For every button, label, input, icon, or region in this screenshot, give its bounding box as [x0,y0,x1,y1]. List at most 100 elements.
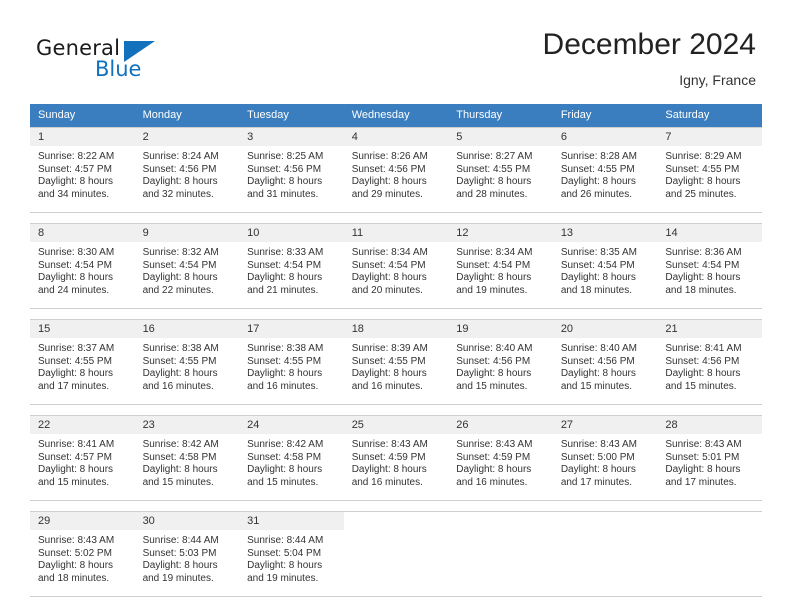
day-sun-info [657,530,762,535]
sunset-text: Sunset: 4:55 PM [560,163,635,175]
sunrise-text: Sunrise: 8:32 AM [142,247,219,258]
calendar-day-cell[interactable]: 17 Sunrise: 8:38 AM Sunset: 4:55 PM Dayligh… [239,319,344,405]
sunrise-text: Sunrise: 8:43 AM [456,439,533,450]
calendar-day-cell[interactable]: 28 Sunrise: 8:43 AM Sunset: 5:01 PM Dayligh… [657,415,762,501]
day-sun-info: Sunrise: 8:37 AM Sunset: 4:55 PM Daylight:… [30,338,135,393]
day-cell-inner: 21 Sunrise: 8:41 AM Sunset: 4:56 PM Dayligh… [657,319,762,405]
day-cell-inner: 5 Sunrise: 8:27 AM Sunset: 4:55 PM Daylight… [448,127,553,213]
calendar-week-row: 22 Sunrise: 8:41 AM Sunset: 4:57 PM Dayligh… [30,415,762,501]
generalblue-logo[interactable]: General Blue [36,36,216,92]
sunset-text: Sunset: 4:56 PM [247,163,322,175]
calendar-day-cell[interactable]: 27 Sunrise: 8:43 AM Sunset: 5:00 PM Dayligh… [552,415,658,501]
calendar-day-cell[interactable]: 31 Sunrise: 8:44 AM Sunset: 5:04 PM Dayligh… [239,511,344,597]
calendar-day-cell[interactable]: 30 Sunrise: 8:44 AM Sunset: 5:03 PM Dayligh… [134,511,240,597]
calendar-day-cell[interactable]: 8 Sunrise: 8:30 AM Sunset: 4:54 PM Daylight… [30,223,135,309]
calendar-day-cell[interactable]: 4 Sunrise: 8:26 AM Sunset: 4:56 PM Daylight… [343,127,449,213]
sunrise-text: Sunrise: 8:24 AM [142,151,219,162]
calendar-day-cell[interactable]: 16 Sunrise: 8:38 AM Sunset: 4:55 PM Dayligh… [134,319,240,405]
calendar-day-cell[interactable]: 29 Sunrise: 8:43 AM Sunset: 5:02 PM Dayligh… [30,511,135,597]
daylight-text-line1: Daylight: 8 hours [665,368,741,380]
calendar-day-cell[interactable]: 26 Sunrise: 8:43 AM Sunset: 4:59 PM Dayligh… [448,415,553,501]
day-number: 30 [134,512,240,530]
calendar-week-row: 29 Sunrise: 8:43 AM Sunset: 5:02 PM Dayligh… [30,511,762,597]
daylight-text-line2: and 20 minutes. [351,284,423,296]
calendar-day-cell[interactable]: 25 Sunrise: 8:43 AM Sunset: 4:59 PM Dayligh… [343,415,449,501]
calendar-day-cell[interactable]: 6 Sunrise: 8:28 AM Sunset: 4:55 PM Daylight… [552,127,658,213]
calendar-day-cell[interactable]: 10 Sunrise: 8:33 AM Sunset: 4:54 PM Dayligh… [239,223,344,309]
weekday-header-monday: Monday [134,104,240,127]
sunrise-text: Sunrise: 8:44 AM [142,535,219,546]
day-number: 11 [343,224,449,242]
calendar-day-cell[interactable]: 18 Sunrise: 8:39 AM Sunset: 4:55 PM Dayligh… [343,319,449,405]
day-cell-inner [657,511,762,597]
daylight-text-line2: and 29 minutes. [351,188,423,200]
logo-text-blue: Blue [95,57,142,81]
day-number: 28 [657,416,762,434]
day-sun-info: Sunrise: 8:22 AM Sunset: 4:57 PM Daylight:… [30,146,135,201]
day-cell-inner: 10 Sunrise: 8:33 AM Sunset: 4:54 PM Dayligh… [239,223,344,309]
daylight-text-line2: and 16 minutes. [247,380,319,392]
sunrise-text: Sunrise: 8:39 AM [351,343,428,354]
day-cell-inner: 22 Sunrise: 8:41 AM Sunset: 4:57 PM Dayligh… [30,415,135,501]
calendar-day-cell[interactable]: 15 Sunrise: 8:37 AM Sunset: 4:55 PM Dayligh… [30,319,135,405]
day-number: 29 [30,512,135,530]
day-cell-inner: 6 Sunrise: 8:28 AM Sunset: 4:55 PM Daylight… [552,127,658,213]
day-sun-info: Sunrise: 8:29 AM Sunset: 4:55 PM Daylight:… [657,146,762,201]
calendar-day-cell[interactable]: 11 Sunrise: 8:34 AM Sunset: 4:54 PM Dayligh… [343,223,449,309]
calendar-day-cell[interactable]: 20 Sunrise: 8:40 AM Sunset: 4:56 PM Dayligh… [552,319,658,405]
calendar-day-cell[interactable]: 23 Sunrise: 8:42 AM Sunset: 4:58 PM Dayligh… [134,415,240,501]
day-sun-info: Sunrise: 8:25 AM Sunset: 4:56 PM Daylight:… [239,146,344,201]
day-number: 27 [552,416,658,434]
daylight-text-line1: Daylight: 8 hours [247,176,323,188]
sunset-text: Sunset: 4:58 PM [142,451,217,463]
calendar-day-cell[interactable]: 14 Sunrise: 8:36 AM Sunset: 4:54 PM Dayligh… [657,223,762,309]
calendar-day-cell[interactable]: 1 Sunrise: 8:22 AM Sunset: 4:57 PM Daylight… [30,127,135,213]
calendar-day-cell[interactable]: 7 Sunrise: 8:29 AM Sunset: 4:55 PM Daylight… [657,127,762,213]
daylight-text-line1: Daylight: 8 hours [456,464,532,476]
sunset-text: Sunset: 4:56 PM [351,163,426,175]
day-cell-inner: 12 Sunrise: 8:34 AM Sunset: 4:54 PM Dayligh… [448,223,553,309]
sunset-text: Sunset: 4:54 PM [351,259,426,271]
calendar-day-cell[interactable]: 2 Sunrise: 8:24 AM Sunset: 4:56 PM Daylight… [134,127,240,213]
sunset-text: Sunset: 4:55 PM [142,355,217,367]
day-sun-info: Sunrise: 8:44 AM Sunset: 5:04 PM Daylight:… [239,530,344,585]
calendar-day-cell[interactable]: 24 Sunrise: 8:42 AM Sunset: 4:58 PM Dayligh… [239,415,344,501]
calendar-week-row: 8 Sunrise: 8:30 AM Sunset: 4:54 PM Daylight… [30,223,762,309]
sunset-text: Sunset: 4:59 PM [351,451,426,463]
sunrise-text: Sunrise: 8:25 AM [247,151,324,162]
calendar-day-cell[interactable]: 9 Sunrise: 8:32 AM Sunset: 4:54 PM Daylight… [134,223,240,309]
daylight-text-line2: and 32 minutes. [142,188,214,200]
day-number: 24 [239,416,344,434]
daylight-text-line2: and 17 minutes. [38,380,110,392]
day-cell-inner: 30 Sunrise: 8:44 AM Sunset: 5:03 PM Dayligh… [134,511,240,597]
day-cell-inner: 8 Sunrise: 8:30 AM Sunset: 4:54 PM Daylight… [30,223,135,309]
daylight-text-line1: Daylight: 8 hours [142,272,218,284]
day-number: 25 [343,416,449,434]
sunset-text: Sunset: 4:55 PM [247,355,322,367]
calendar-day-cell[interactable]: 13 Sunrise: 8:35 AM Sunset: 4:54 PM Dayligh… [552,223,658,309]
daylight-text-line2: and 19 minutes. [247,572,319,584]
calendar-day-cell[interactable]: 21 Sunrise: 8:41 AM Sunset: 4:56 PM Dayligh… [657,319,762,405]
day-number: 26 [448,416,553,434]
day-cell-inner: 23 Sunrise: 8:42 AM Sunset: 4:58 PM Dayligh… [134,415,240,501]
day-sun-info [344,530,449,535]
day-sun-info: Sunrise: 8:38 AM Sunset: 4:55 PM Daylight:… [239,338,344,393]
daylight-text-line1: Daylight: 8 hours [665,272,741,284]
daylight-text-line2: and 34 minutes. [38,188,110,200]
calendar-day-cell[interactable]: 22 Sunrise: 8:41 AM Sunset: 4:57 PM Dayligh… [30,415,135,501]
sunrise-text: Sunrise: 8:26 AM [351,151,428,162]
day-number: 5 [448,128,553,146]
calendar-day-cell[interactable]: 19 Sunrise: 8:40 AM Sunset: 4:56 PM Dayligh… [448,319,553,405]
calendar-cell-empty [552,511,658,597]
calendar-day-cell[interactable]: 3 Sunrise: 8:25 AM Sunset: 4:56 PM Daylight… [239,127,344,213]
title-block: December 2024 Igny, France [543,28,756,90]
calendar-day-cell[interactable]: 5 Sunrise: 8:27 AM Sunset: 4:55 PM Daylight… [448,127,553,213]
calendar-day-cell[interactable]: 12 Sunrise: 8:34 AM Sunset: 4:54 PM Dayligh… [448,223,553,309]
day-sun-info [553,530,658,535]
daylight-text-line2: and 15 minutes. [247,476,319,488]
sunset-text: Sunset: 5:00 PM [560,451,635,463]
sunset-text: Sunset: 5:03 PM [142,547,217,559]
day-number: 4 [343,128,449,146]
sunrise-text: Sunrise: 8:34 AM [456,247,533,258]
day-number: 13 [552,224,658,242]
